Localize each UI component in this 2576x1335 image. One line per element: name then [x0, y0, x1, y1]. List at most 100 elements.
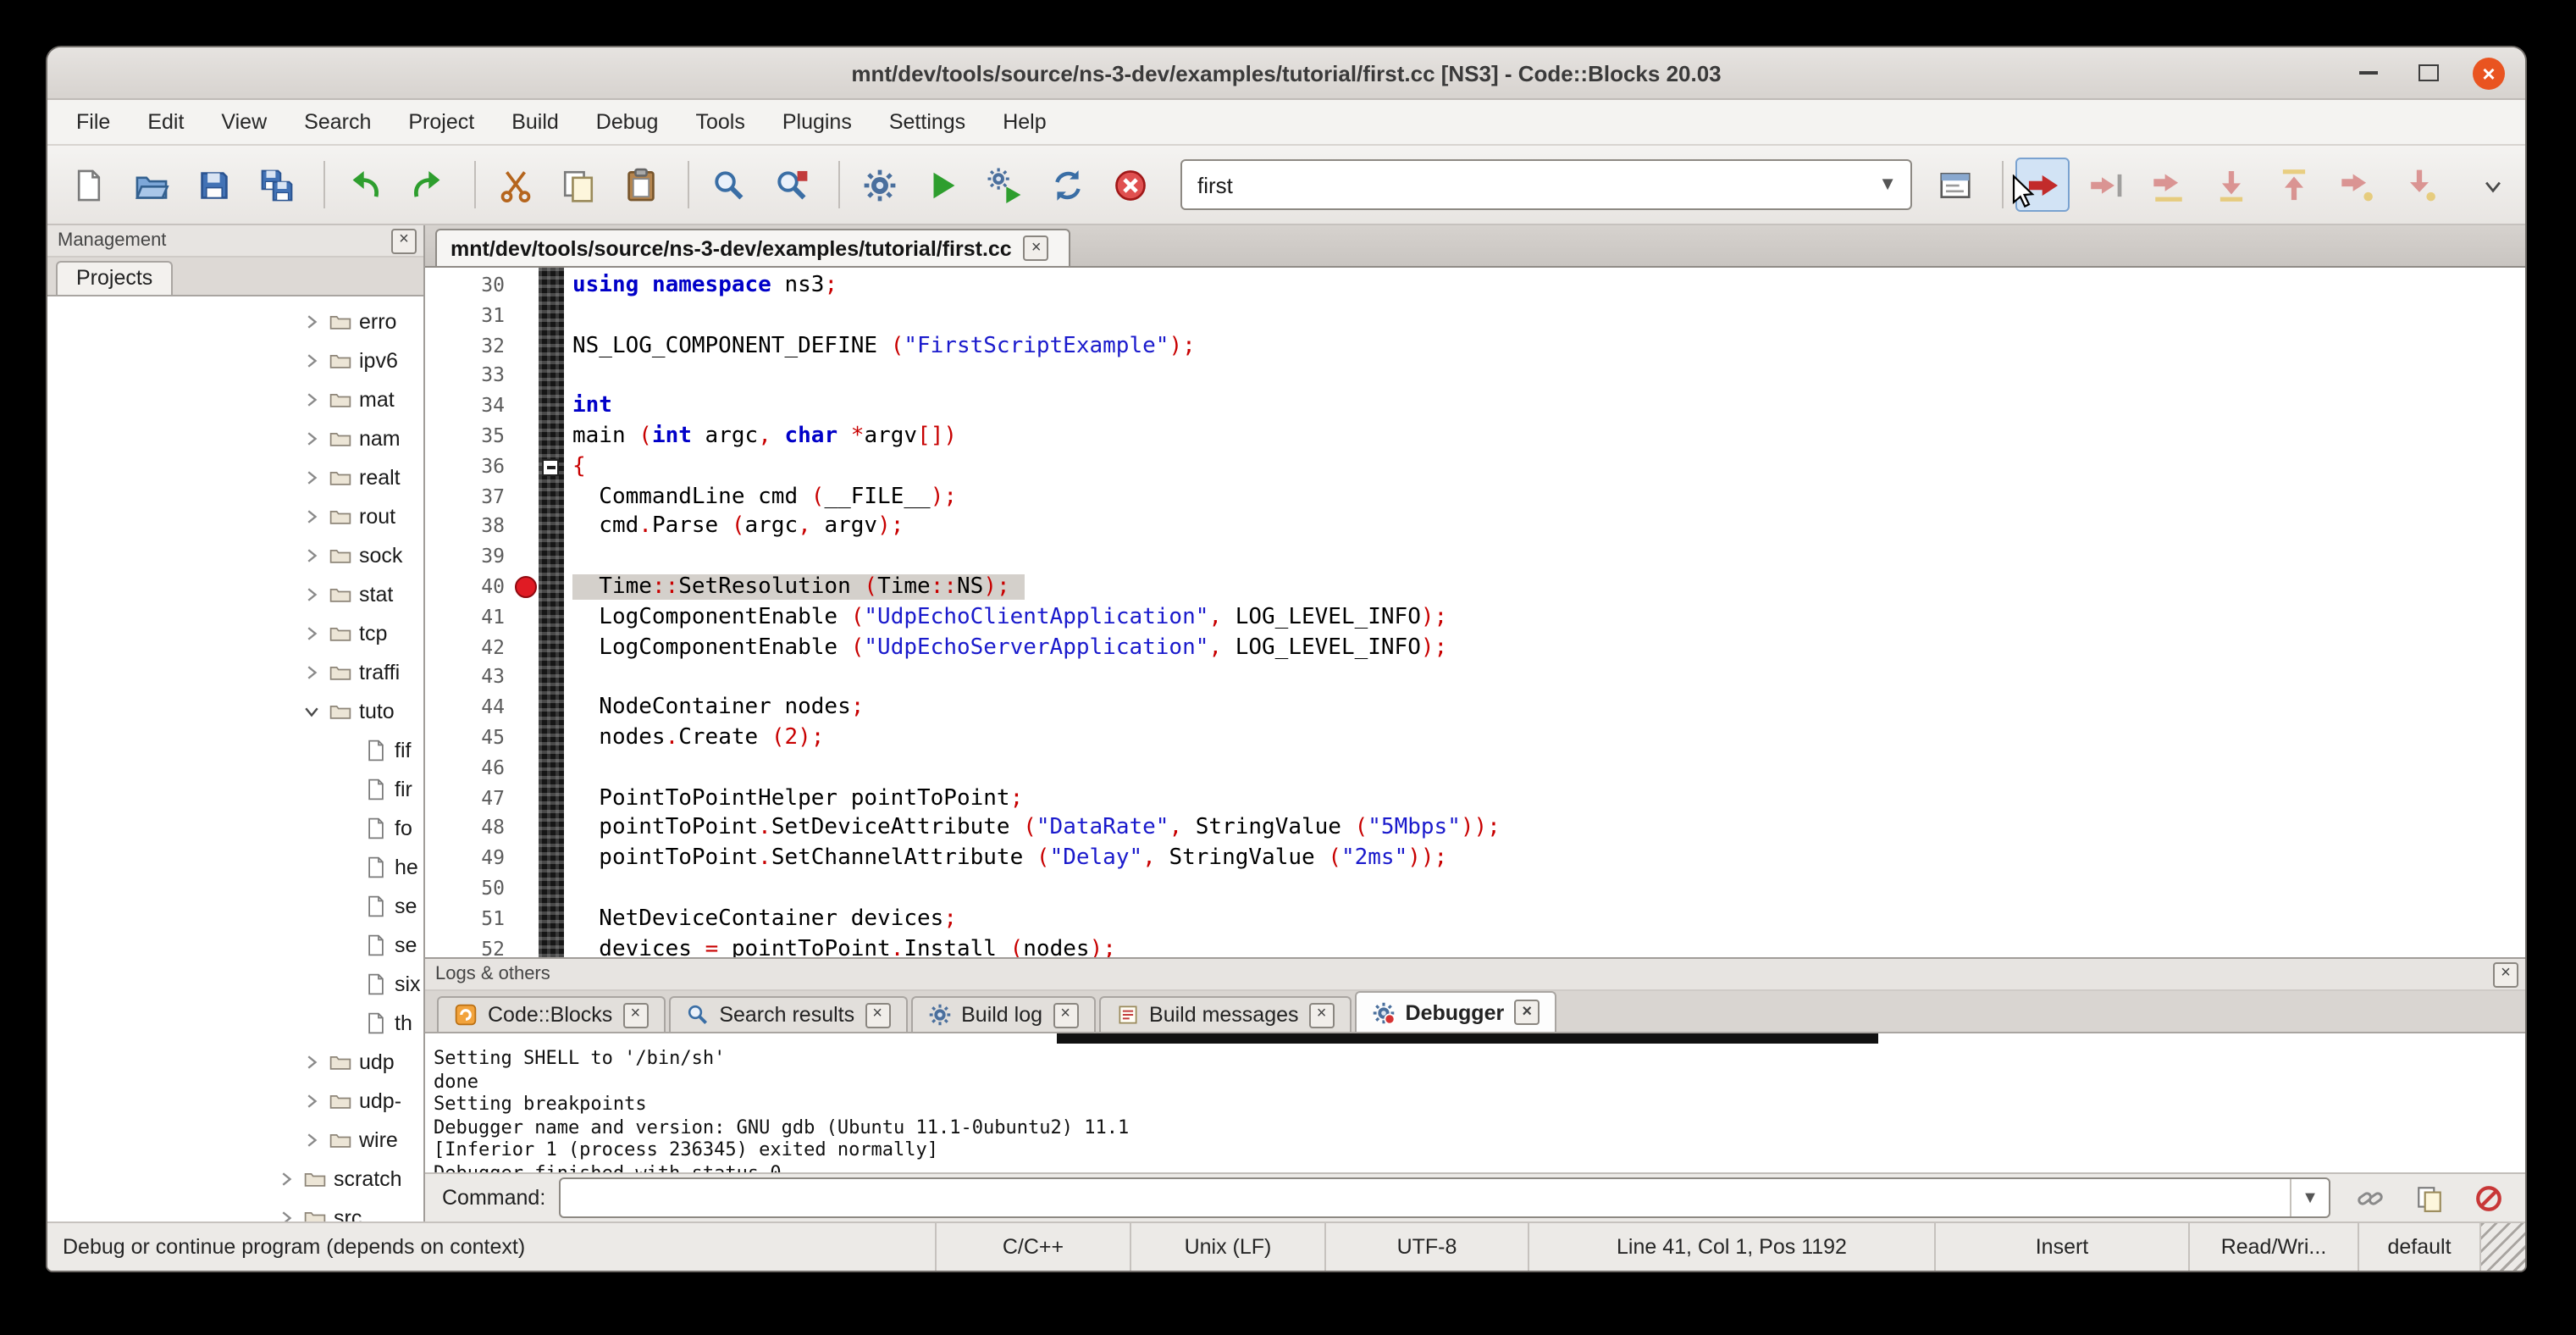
- tree-item-nam[interactable]: nam: [47, 418, 423, 457]
- maximize-button[interactable]: [2412, 56, 2446, 90]
- tree-item-ipv6[interactable]: ipv6: [47, 341, 423, 379]
- clear-log-button[interactable]: [2468, 1177, 2508, 1218]
- next-instruction-button[interactable]: [2329, 158, 2383, 212]
- close-icon[interactable]: ×: [622, 1002, 648, 1028]
- undo-button[interactable]: [337, 158, 391, 212]
- breakpoint-margin[interactable]: [513, 512, 539, 543]
- breakpoint-margin[interactable]: [513, 542, 539, 573]
- redo-button[interactable]: [400, 158, 454, 212]
- code-line[interactable]: 34int: [425, 391, 2525, 422]
- breakpoint-marker[interactable]: [515, 577, 537, 599]
- logs-tab-debugger[interactable]: Debugger×: [1355, 991, 1557, 1032]
- code-line[interactable]: 37 CommandLine cmd (__FILE__);: [425, 482, 2525, 512]
- close-button[interactable]: ×: [2473, 57, 2505, 89]
- code-line[interactable]: 46: [425, 754, 2525, 784]
- tree-item-realt[interactable]: realt: [47, 457, 423, 496]
- breakpoint-margin[interactable]: [513, 663, 539, 694]
- logs-tab-search-results[interactable]: Search results×: [668, 996, 907, 1032]
- breakpoint-margin[interactable]: [513, 362, 539, 392]
- tree-item-rout[interactable]: rout: [47, 496, 423, 535]
- step-into-button[interactable]: [2203, 158, 2258, 212]
- close-icon[interactable]: ×: [1053, 1002, 1078, 1028]
- tab-projects[interactable]: Projects: [56, 261, 173, 295]
- logs-tab-build-messages[interactable]: Build messages×: [1098, 996, 1352, 1032]
- menu-tools[interactable]: Tools: [677, 100, 763, 144]
- step-out-button[interactable]: [2266, 158, 2320, 212]
- chevron-down-icon[interactable]: ▼: [2290, 1179, 2329, 1216]
- menu-file[interactable]: File: [58, 100, 129, 144]
- breakpoint-margin[interactable]: [513, 784, 539, 814]
- fold-marker[interactable]: [542, 459, 559, 476]
- run-to-cursor-button[interactable]: [2078, 158, 2132, 212]
- build-button[interactable]: [852, 158, 906, 212]
- tree-item-scratch[interactable]: scratch: [47, 1159, 423, 1198]
- breakpoint-margin[interactable]: [513, 482, 539, 512]
- replace-button[interactable]: [764, 158, 818, 212]
- close-icon[interactable]: ×: [1024, 235, 1049, 261]
- breakpoint-margin[interactable]: [513, 904, 539, 934]
- resize-grip[interactable]: [2479, 1223, 2525, 1271]
- breakpoint-margin[interactable]: [513, 391, 539, 422]
- rebuild-button[interactable]: [1040, 158, 1094, 212]
- code-line[interactable]: 50: [425, 874, 2525, 905]
- breakpoint-margin[interactable]: [513, 934, 539, 957]
- close-icon[interactable]: ×: [1309, 1002, 1335, 1028]
- tree-item-udp-[interactable]: udp-: [47, 1081, 423, 1120]
- minimize-button[interactable]: [2351, 56, 2385, 90]
- code-line[interactable]: 52 devices = pointToPoint.Install (nodes…: [425, 934, 2525, 957]
- code-line[interactable]: 38 cmd.Parse (argc, argv);: [425, 512, 2525, 543]
- menu-plugins[interactable]: Plugins: [764, 100, 871, 144]
- debug-continue-button[interactable]: [2015, 158, 2070, 212]
- command-input[interactable]: ▼: [559, 1177, 2330, 1218]
- code-line[interactable]: 42 LogComponentEnable ("UdpEchoServerApp…: [425, 633, 2525, 663]
- code-line[interactable]: 40 Time::SetResolution (Time::NS);: [425, 573, 2525, 603]
- breakpoint-margin[interactable]: [513, 302, 539, 332]
- build-target-combobox[interactable]: first ▼: [1180, 159, 1912, 210]
- breakpoint-margin[interactable]: [513, 874, 539, 905]
- build-and-run-button[interactable]: [977, 158, 1031, 212]
- close-icon[interactable]: ×: [865, 1002, 890, 1028]
- breakpoint-margin[interactable]: [513, 693, 539, 723]
- tree-item-fir[interactable]: fir: [47, 769, 423, 808]
- close-icon[interactable]: ×: [1514, 1000, 1540, 1025]
- save-button[interactable]: [186, 158, 240, 212]
- menu-help[interactable]: Help: [984, 100, 1064, 144]
- tree-item-sock[interactable]: sock: [47, 535, 423, 574]
- menu-build[interactable]: Build: [493, 100, 578, 144]
- tree-item-traffi[interactable]: traffi: [47, 652, 423, 691]
- breakpoint-margin[interactable]: [513, 603, 539, 634]
- toolbar-overflow-button[interactable]: [2471, 169, 2512, 199]
- cut-button[interactable]: [488, 158, 542, 212]
- breakpoint-margin[interactable]: [513, 814, 539, 845]
- breakpoint-margin[interactable]: [513, 452, 539, 483]
- abort-button[interactable]: [1103, 158, 1157, 212]
- tree-item-fo[interactable]: fo: [47, 808, 423, 847]
- breakpoint-margin[interactable]: [513, 633, 539, 663]
- select-target-button[interactable]: [1927, 158, 1982, 212]
- logs-tab-code-blocks[interactable]: Code::Blocks×: [437, 996, 665, 1032]
- breakpoint-margin[interactable]: [513, 723, 539, 754]
- menu-edit[interactable]: Edit: [129, 100, 202, 144]
- breakpoint-margin[interactable]: [513, 331, 539, 362]
- editor-tab[interactable]: mnt/dev/tools/source/ns-3-dev/examples/t…: [435, 229, 1071, 266]
- debugger-log[interactable]: Setting SHELL to '/bin/sh'doneSetting br…: [425, 1033, 2525, 1172]
- tree-item-se[interactable]: se: [47, 925, 423, 964]
- code-editor[interactable]: 30using namespace ns3;3132NS_LOG_COMPONE…: [425, 268, 2525, 957]
- code-line[interactable]: 49 pointToPoint.SetChannelAttribute ("De…: [425, 844, 2525, 874]
- run-button[interactable]: [915, 158, 969, 212]
- tree-item-tuto[interactable]: tuto: [47, 691, 423, 730]
- breakpoint-margin[interactable]: [513, 422, 539, 452]
- tree-item-udp[interactable]: udp: [47, 1042, 423, 1081]
- code-line[interactable]: 44 NodeContainer nodes;: [425, 693, 2525, 723]
- attach-button[interactable]: [2349, 1177, 2390, 1218]
- code-line[interactable]: 45 nodes.Create (2);: [425, 723, 2525, 754]
- save-all-button[interactable]: [249, 158, 303, 212]
- menu-settings[interactable]: Settings: [871, 100, 984, 144]
- code-line[interactable]: 47 PointToPointHelper pointToPoint;: [425, 784, 2525, 814]
- breakpoint-margin[interactable]: [513, 573, 539, 603]
- title-bar[interactable]: mnt/dev/tools/source/ns-3-dev/examples/t…: [47, 47, 2525, 100]
- tree-item-mat[interactable]: mat: [47, 379, 423, 418]
- next-line-button[interactable]: [2141, 158, 2195, 212]
- menu-debug[interactable]: Debug: [578, 100, 677, 144]
- tree-item-fif[interactable]: fif: [47, 730, 423, 769]
